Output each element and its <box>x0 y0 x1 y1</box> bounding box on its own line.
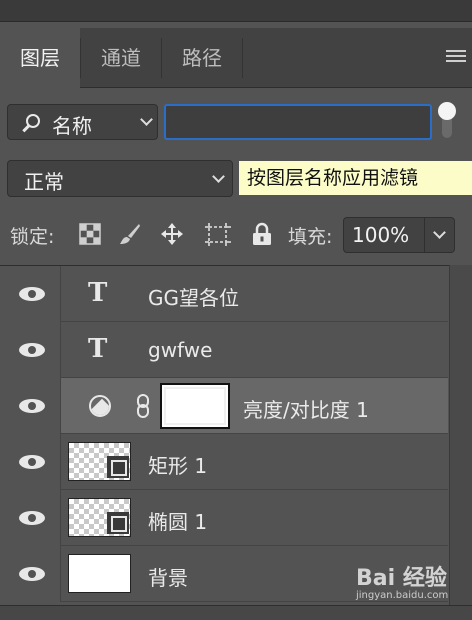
layer-list: T GG望各位 T gwfwe 亮度/对比度 1 矩形 1 椭圆 1 背景 <box>0 265 472 605</box>
fill-value[interactable]: 100% <box>352 223 409 247</box>
filter-toggle-switch[interactable] <box>437 100 457 138</box>
layer-row[interactable]: 矩形 1 <box>0 434 448 490</box>
chevron-down-icon[interactable] <box>433 226 446 239</box>
tab-layers[interactable]: 图层 <box>0 28 80 89</box>
layer-thumbnail[interactable] <box>68 554 131 593</box>
panel-tabs: 图层 通道 路径 <box>0 28 472 89</box>
brightness-contrast-icon <box>89 395 111 417</box>
eye-icon[interactable] <box>19 399 45 413</box>
toggle-knob <box>438 102 456 120</box>
fill-label: 填充: <box>288 226 333 248</box>
lock-all-icon[interactable] <box>250 222 274 246</box>
visibility-toggle[interactable] <box>0 434 61 490</box>
chevron-down-icon <box>140 113 153 126</box>
shape-layer-icon <box>107 456 129 478</box>
visibility-toggle[interactable] <box>0 546 61 602</box>
layer-name[interactable]: 椭圆 1 <box>148 506 207 535</box>
layer-row[interactable]: T GG望各位 <box>0 266 448 322</box>
fill-opacity-field[interactable]: 100% <box>343 217 455 253</box>
visibility-toggle[interactable] <box>0 378 61 434</box>
layer-name[interactable]: 矩形 1 <box>148 450 207 479</box>
layer-mask-thumbnail[interactable] <box>160 383 230 429</box>
visibility-toggle[interactable] <box>0 266 61 322</box>
filter-tooltip: 按图层名称应用滤镜 <box>239 161 472 195</box>
lock-paint-icon[interactable] <box>118 222 142 246</box>
search-icon <box>26 114 40 128</box>
layer-row[interactable]: T gwfwe <box>0 322 448 378</box>
tab-channels[interactable]: 通道 <box>81 28 161 88</box>
fill-divider <box>424 218 425 252</box>
filter-kind-label: 名称 <box>52 114 92 138</box>
layer-list-scrollbar[interactable] <box>449 265 472 605</box>
watermark-brand: Bai 经验 <box>356 566 447 591</box>
filter-kind-select[interactable]: 名称 <box>7 104 158 140</box>
visibility-toggle[interactable] <box>0 322 61 378</box>
lock-artboard-icon[interactable] <box>204 222 231 246</box>
eye-icon[interactable] <box>19 567 45 581</box>
eye-icon[interactable] <box>19 511 45 525</box>
shape-layer-icon <box>107 512 129 534</box>
toggle-track <box>442 118 452 138</box>
layer-name[interactable]: 背景 <box>148 562 188 591</box>
tab-paths[interactable]: 路径 <box>162 28 242 88</box>
layer-name[interactable]: 亮度/对比度 1 <box>243 394 369 423</box>
filter-name-input[interactable] <box>164 104 432 140</box>
link-icon[interactable] <box>136 393 150 419</box>
lock-label: 锁定: <box>10 226 55 248</box>
chevron-down-icon <box>212 170 225 183</box>
visibility-toggle[interactable] <box>0 490 61 546</box>
panel-menu-icon[interactable] <box>446 50 466 64</box>
layer-row-selected[interactable]: 亮度/对比度 1 <box>0 378 448 434</box>
blend-mode-select[interactable]: 正常 <box>7 160 233 197</box>
tab-divider <box>242 38 243 78</box>
layer-name[interactable]: gwfwe <box>148 338 212 362</box>
eye-icon[interactable] <box>19 455 45 469</box>
text-layer-icon: T <box>88 278 108 308</box>
watermark-url: jingyan.baidu.com <box>356 590 449 601</box>
eye-icon[interactable] <box>19 343 45 357</box>
eye-icon[interactable] <box>19 287 45 301</box>
lock-transparent-icon[interactable] <box>78 222 102 246</box>
watermark-logo: Bai 经验 jingyan.baidu.com <box>356 560 466 610</box>
layer-row[interactable]: 椭圆 1 <box>0 490 448 546</box>
blend-mode-label: 正常 <box>24 170 64 194</box>
text-layer-icon: T <box>88 334 108 364</box>
lock-position-icon[interactable] <box>160 222 184 246</box>
layer-name[interactable]: GG望各位 <box>148 282 239 311</box>
panel-top-bar <box>0 0 472 22</box>
